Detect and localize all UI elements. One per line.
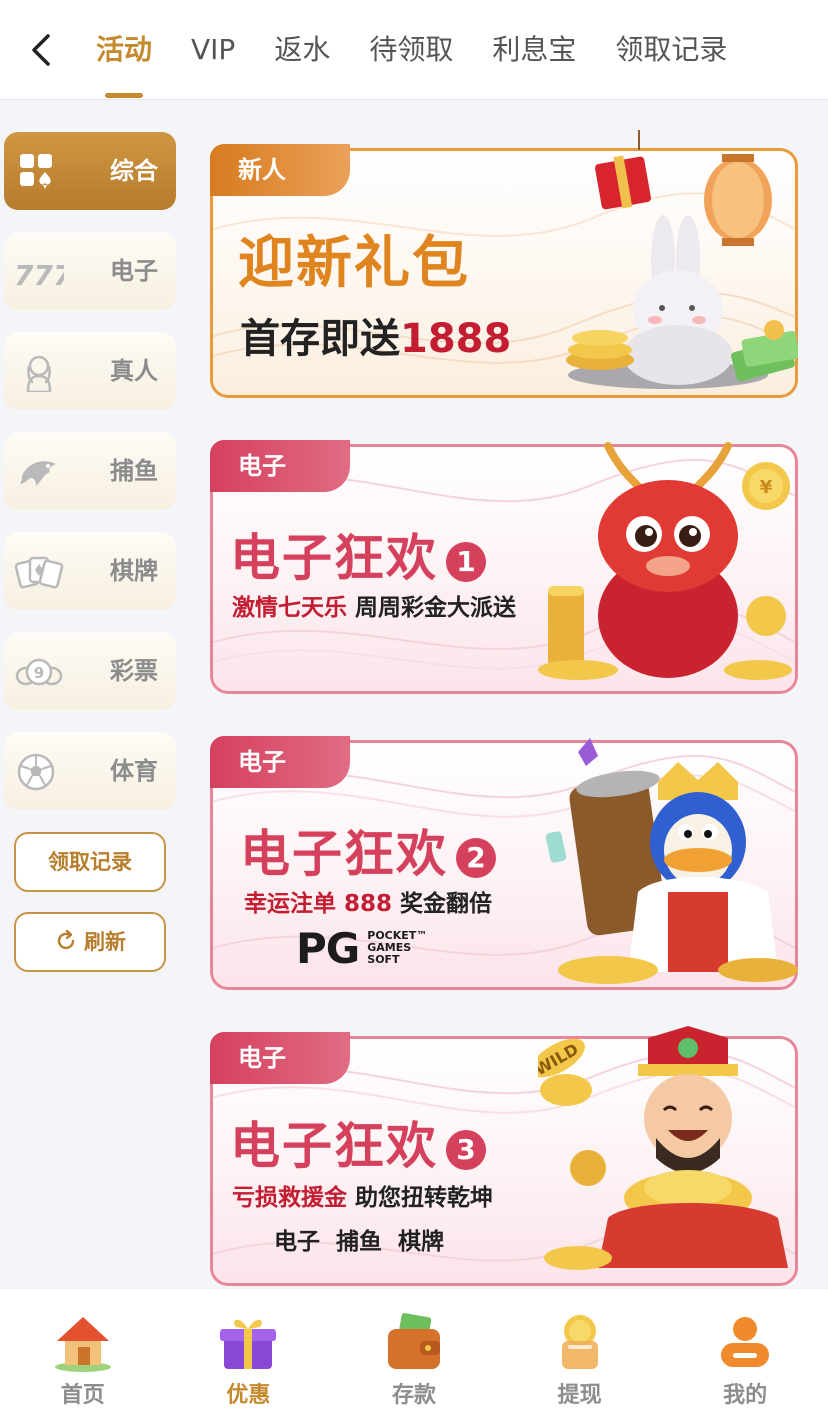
promo-subtitle-rest: 奖金翻倍 <box>392 891 493 917</box>
refresh-label: 刷新 <box>84 930 126 954</box>
promo-title: 迎新礼包 <box>238 231 470 296</box>
promo-card-slots-2[interactable]: 电子 电子狂欢 2 幸运注单 888 奖金翻倍 PG POCKET™ GAMES … <box>210 722 798 990</box>
lottery-ball-icon: 9 <box>15 658 63 686</box>
promo-subtitle-rest: 周周彩金大派送 <box>347 595 517 621</box>
fortune-god-gold-illustration: WILD <box>538 1026 788 1270</box>
promo-title-text: 电子狂欢 <box>230 529 438 587</box>
tab-vip[interactable]: VIP <box>191 0 235 100</box>
wallet-icon <box>387 1313 440 1369</box>
sidebar-item-lottery[interactable]: 9 彩票 <box>4 632 176 710</box>
promo-tag: 电子 <box>210 440 350 492</box>
sidebar-item-label: 电子 <box>110 257 158 285</box>
back-arrow-icon[interactable] <box>22 30 62 70</box>
tab-pending[interactable]: 待领取 <box>369 0 453 100</box>
promo-tag: 电子 <box>210 736 350 788</box>
nav-home[interactable]: 首页 <box>0 1289 166 1428</box>
sidebar-item-label: 综合 <box>110 157 158 185</box>
promo-title: 电子狂欢 1 <box>230 518 486 590</box>
claim-records-button[interactable]: 领取记录 <box>14 832 166 892</box>
promo-subtitle-rest: 助您扭转乾坤 <box>347 1185 494 1211</box>
nav-label: 首页 <box>60 1383 105 1408</box>
nav-label: 提现 <box>557 1383 602 1408</box>
promo-title-text: 电子狂欢 <box>240 825 448 883</box>
grid-cards-icon <box>20 154 52 189</box>
sidebar-item-label: 体育 <box>110 757 158 785</box>
promo-subtitle: 首存即送1888 <box>240 306 511 364</box>
tab-rebate[interactable]: 返水 <box>274 0 330 100</box>
refresh-icon <box>57 929 75 950</box>
tab-interest[interactable]: 利息宝 <box>492 0 576 100</box>
pg-logo-wordmark: POCKET™ GAMES SOFT <box>367 930 427 966</box>
promo-tag: 新人 <box>210 144 350 196</box>
gift-icon <box>220 1319 277 1369</box>
rabbit-lantern-gift-illustration <box>566 130 798 389</box>
svg-text:777: 777 <box>14 259 64 292</box>
promo-card-slots-1[interactable]: 电子 电子狂欢 1 激情七天乐 周周彩金大派送 ¥ <box>210 426 798 694</box>
promo-number-badge: 3 <box>446 1129 486 1170</box>
svg-text:¥: ¥ <box>760 477 773 498</box>
promo-subtitle-highlight: 亏损救援金 <box>232 1185 347 1211</box>
sidebar-item-live[interactable]: 真人 <box>4 332 176 410</box>
sidebar-item-fishing[interactable]: 捕鱼 <box>4 432 176 510</box>
tab-claim-records[interactable]: 领取记录 <box>615 0 727 100</box>
promo-subtitle: 幸运注单 888 奖金翻倍 <box>244 884 492 918</box>
promo-card-newcomer[interactable]: 新人 迎新礼包 首存即送1888 <box>210 130 798 398</box>
promo-subtitle: 激情七天乐 周周彩金大派送 <box>232 588 516 622</box>
promo-title: 电子狂欢 2 <box>240 814 496 886</box>
promo-title-text: 电子狂欢 <box>230 1117 438 1175</box>
sidebar-item-all[interactable]: 综合 <box>4 132 176 210</box>
bottom-navigation: 首页 优惠 存款 提现 我的 <box>0 1288 828 1428</box>
tab-activity[interactable]: 活动 <box>96 0 152 100</box>
penguin-king-coins-illustration <box>545 738 798 984</box>
promo-number-badge: 2 <box>456 837 496 878</box>
nav-deposit[interactable]: 存款 <box>331 1289 497 1428</box>
promo-game-types: 电子 捕鱼 棋牌 <box>274 1229 445 1255</box>
promo-subtitle: 亏损救援金 助您扭转乾坤 <box>232 1178 493 1212</box>
nav-label: 优惠 <box>226 1383 271 1408</box>
nav-withdraw[interactable]: 提现 <box>497 1289 663 1428</box>
sidebar-item-label: 捕鱼 <box>110 457 158 485</box>
promo-subtitle-amount: 1888 <box>400 316 512 362</box>
sidebar-item-cards[interactable]: 棋牌 <box>4 532 176 610</box>
promo-card-slots-3[interactable]: 电子 电子狂欢 3 亏损救援金 助您扭转乾坤 电子 捕鱼 棋牌 WILD <box>210 1018 798 1286</box>
nav-profile[interactable]: 我的 <box>662 1289 828 1428</box>
live-dealer-icon <box>26 355 52 392</box>
refresh-button[interactable]: 刷新 <box>14 912 166 972</box>
promo-subtitle-highlight: 幸运注单 888 <box>244 891 393 917</box>
profile-icon <box>721 1317 770 1367</box>
nav-promotions[interactable]: 优惠 <box>166 1289 332 1428</box>
svg-text:9: 9 <box>34 664 44 682</box>
promo-number-badge: 1 <box>446 541 486 582</box>
promo-tabs: 活动 VIP 返水 待领取 利息宝 领取记录 <box>96 0 766 100</box>
top-header: 活动 VIP 返水 待领取 利息宝 领取记录 <box>0 0 828 100</box>
slot-777-icon: 777 <box>14 259 64 292</box>
promo-subtitle-prefix: 首存即送 <box>240 316 400 362</box>
sidebar-item-sports[interactable]: 体育 <box>4 732 176 810</box>
pg-logo-line: SOFT <box>367 953 400 966</box>
promo-subtitle-highlight: 激情七天乐 <box>232 595 347 621</box>
pg-logo-mark: PG <box>296 923 360 973</box>
sidebar-item-label: 真人 <box>110 357 158 385</box>
promo-tag: 电子 <box>210 1032 350 1084</box>
nav-label: 我的 <box>723 1383 768 1408</box>
wild-label: WILD <box>538 1039 582 1079</box>
red-dragon-coins-illustration: ¥ <box>538 442 792 680</box>
promo-title: 电子狂欢 3 <box>230 1106 486 1178</box>
sidebar-item-label: 棋牌 <box>110 557 158 585</box>
sidebar-item-label: 彩票 <box>110 657 158 685</box>
home-icon <box>54 1317 111 1372</box>
fish-icon <box>20 461 56 486</box>
sidebar-item-slots[interactable]: 777 电子 <box>4 232 176 310</box>
pg-soft-logo: PG POCKET™ GAMES SOFT <box>296 923 427 973</box>
nav-label: 存款 <box>391 1383 436 1408</box>
playing-cards-icon <box>14 556 64 589</box>
withdraw-icon <box>561 1315 598 1369</box>
soccer-ball-icon <box>17 753 55 791</box>
